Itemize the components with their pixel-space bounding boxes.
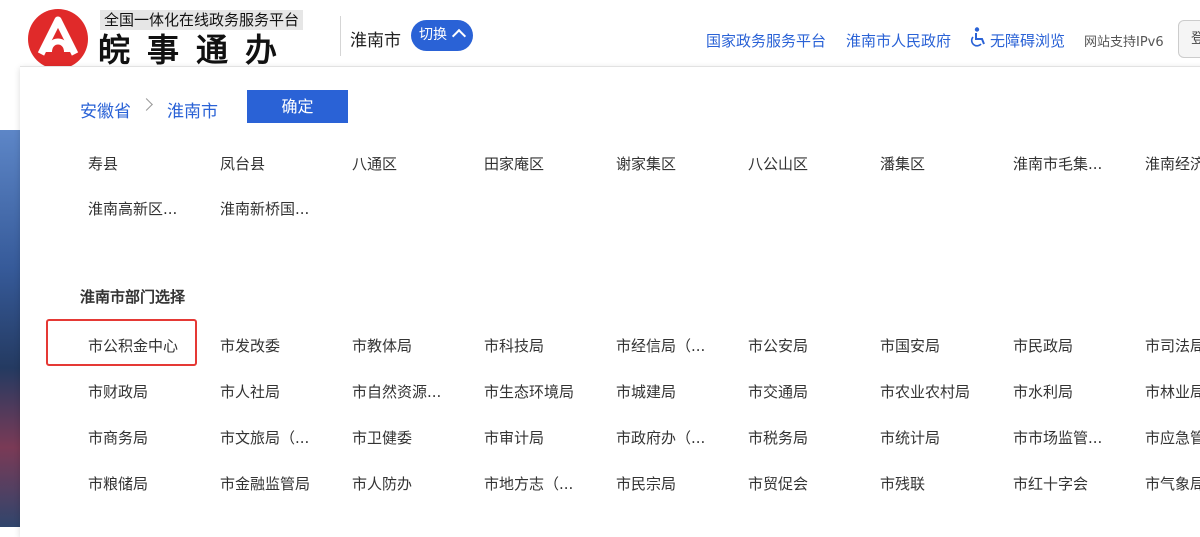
department-item[interactable]: 市红十字会 <box>1013 474 1138 494</box>
region-item[interactable]: 田家庵区 <box>484 154 609 174</box>
department-item[interactable]: 市教体局 <box>352 336 477 356</box>
department-item[interactable]: 市公安局 <box>748 336 873 356</box>
selection-highlight <box>46 319 197 366</box>
link-city-government[interactable]: 淮南市人民政府 <box>846 30 951 51</box>
department-item[interactable]: 市文旅局（... <box>220 428 345 448</box>
region-item[interactable]: 淮南经济... <box>1145 154 1200 174</box>
region-item[interactable]: 淮南高新区... <box>88 199 213 219</box>
department-item[interactable]: 市发改委 <box>220 336 345 356</box>
logo-title: 皖事通办 <box>98 31 295 69</box>
department-item[interactable]: 市审计局 <box>484 428 609 448</box>
ipv6-support-label: 网站支持IPv6 <box>1084 35 1164 50</box>
department-item[interactable]: 市城建局 <box>616 382 741 402</box>
region-item[interactable]: 八通区 <box>352 154 477 174</box>
department-item[interactable]: 市商务局 <box>88 428 213 448</box>
department-item[interactable]: 市财政局 <box>88 382 213 402</box>
department-item[interactable]: 市人防办 <box>352 474 477 494</box>
department-item[interactable]: 市人社局 <box>220 382 345 402</box>
city-selector-panel <box>20 66 1200 537</box>
department-item[interactable]: 市统计局 <box>880 428 1005 448</box>
department-item[interactable]: 市卫健委 <box>352 428 477 448</box>
department-item[interactable]: 市农业农村局 <box>880 382 1005 402</box>
department-item[interactable]: 市地方志（... <box>484 474 609 494</box>
confirm-button[interactable]: 确定 <box>247 90 348 123</box>
background-banner <box>0 130 20 527</box>
department-item[interactable]: 市税务局 <box>748 428 873 448</box>
accessibility-icon <box>970 27 985 47</box>
department-item[interactable]: 市交通局 <box>748 382 873 402</box>
breadcrumb-city[interactable]: 淮南市 <box>167 97 218 122</box>
department-item[interactable]: 市林业局 <box>1145 382 1200 402</box>
department-item[interactable]: 市气象局 <box>1145 474 1200 494</box>
logo-icon[interactable] <box>27 8 89 70</box>
dept-section-title: 淮南市部门选择 <box>80 288 186 306</box>
department-item[interactable]: 市金融监管局 <box>220 474 345 494</box>
department-item[interactable]: 市司法局 <box>1145 336 1200 356</box>
department-item[interactable]: 市贸促会 <box>748 474 873 494</box>
department-item[interactable]: 市应急管... <box>1145 428 1200 448</box>
chevron-up-icon <box>451 28 467 44</box>
region-item[interactable]: 淮南市毛集... <box>1013 154 1138 174</box>
region-item[interactable]: 凤台县 <box>220 154 345 174</box>
department-item[interactable]: 市粮储局 <box>88 474 213 494</box>
region-item[interactable]: 谢家集区 <box>616 154 741 174</box>
switch-city-label: 切换 <box>419 27 447 43</box>
switch-city-button[interactable]: 切换 <box>411 20 473 51</box>
department-item[interactable]: 市国安局 <box>880 336 1005 356</box>
region-item[interactable]: 寿县 <box>88 154 213 174</box>
region-item[interactable]: 淮南新桥国... <box>220 199 345 219</box>
current-city: 淮南市 <box>350 31 401 51</box>
breadcrumb-province[interactable]: 安徽省 <box>80 97 131 122</box>
department-item[interactable]: 市生态环境局 <box>484 382 609 402</box>
site-header: 全国一体化在线政务服务平台 皖事通办 淮南市 切换 国家政务服务平台 淮南市人民… <box>0 0 1200 70</box>
region-item[interactable]: 八公山区 <box>748 154 873 174</box>
department-item[interactable]: 市民宗局 <box>616 474 741 494</box>
department-item[interactable]: 市水利局 <box>1013 382 1138 402</box>
logo-subtitle: 全国一体化在线政务服务平台 <box>100 10 304 30</box>
department-item[interactable]: 市科技局 <box>484 336 609 356</box>
link-national-platform[interactable]: 国家政务服务平台 <box>706 30 826 51</box>
login-button[interactable]: 登 <box>1178 20 1200 58</box>
region-item[interactable]: 潘集区 <box>880 154 1005 174</box>
department-item[interactable]: 市自然资源... <box>352 382 477 402</box>
header-divider <box>340 16 341 56</box>
department-item[interactable]: 市民政局 <box>1013 336 1138 356</box>
department-item[interactable]: 市市场监管... <box>1013 428 1138 448</box>
department-item[interactable]: 市经信局（... <box>616 336 741 356</box>
link-accessibility[interactable]: 无障碍浏览 <box>990 30 1065 51</box>
department-item[interactable]: 市残联 <box>880 474 1005 494</box>
department-item[interactable]: 市政府办（... <box>616 428 741 448</box>
